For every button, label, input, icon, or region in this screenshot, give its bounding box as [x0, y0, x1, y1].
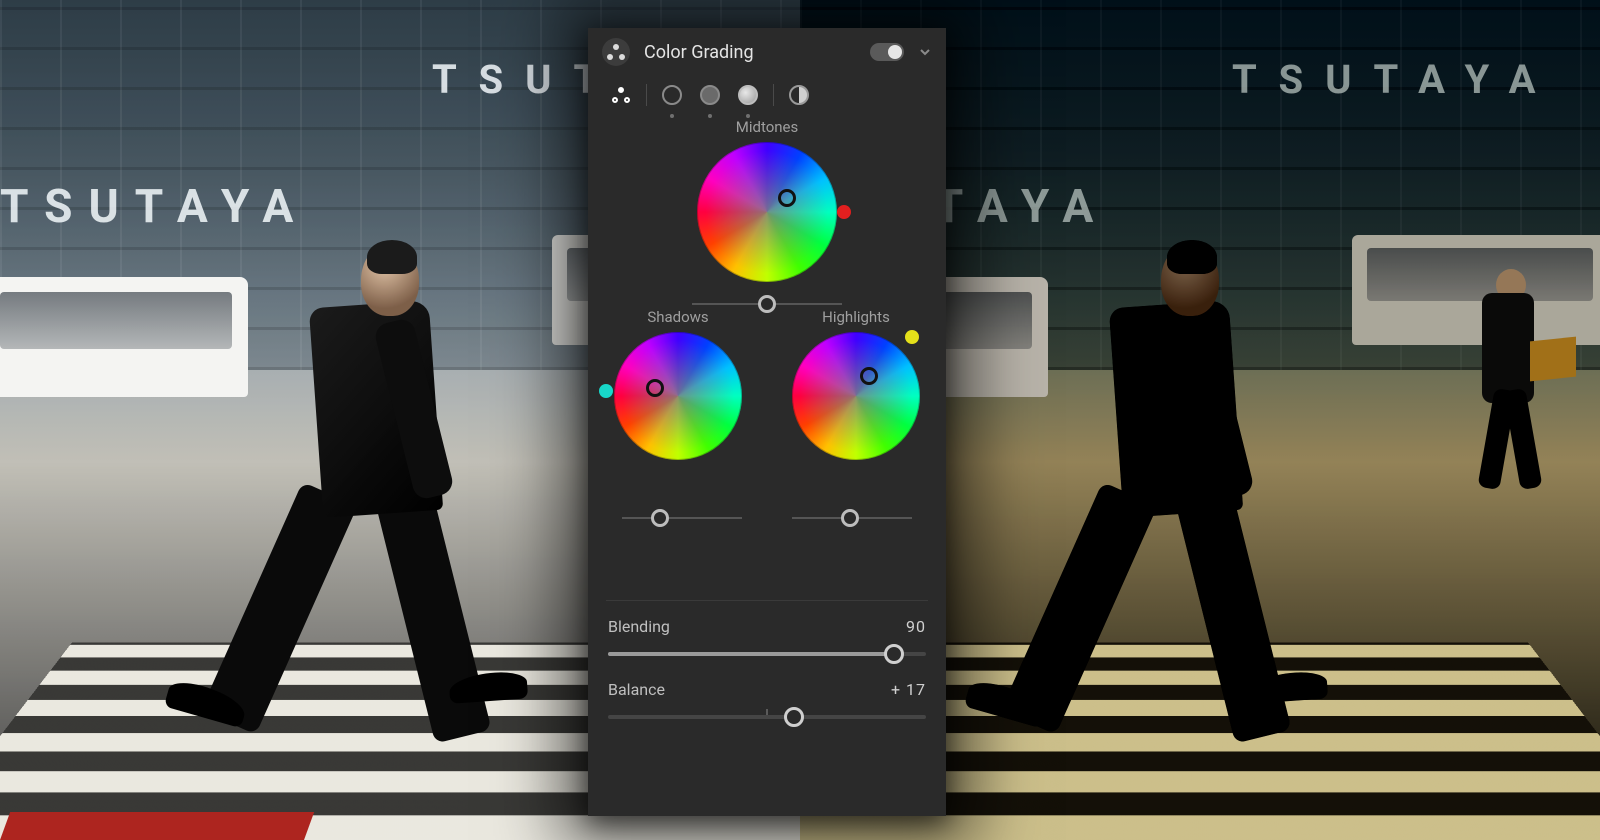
panel-collapse-button[interactable]	[918, 45, 932, 59]
shadows-luminance-slider[interactable]	[622, 508, 742, 528]
store-sign: TSUTAYA	[0, 180, 309, 234]
balance-label: Balance	[608, 680, 665, 699]
midtones-color-disc[interactable]	[697, 142, 837, 282]
tab-global[interactable]	[784, 80, 814, 110]
shadows-wheel[interactable]: Shadows	[614, 308, 742, 460]
color-grading-icon	[602, 38, 630, 66]
midtones-wheel[interactable]: Midtones	[692, 118, 842, 314]
tab-separator	[646, 84, 647, 106]
highlights-color-disc[interactable]	[792, 332, 920, 460]
balance-row: Balance + 17	[588, 664, 946, 699]
panel-enable-toggle[interactable]	[870, 43, 904, 61]
panel-title: Color Grading	[644, 42, 856, 63]
balance-value: + 17	[891, 680, 926, 699]
blending-slider[interactable]	[608, 644, 926, 664]
blending-value: 90	[906, 617, 926, 636]
tab-highlights[interactable]	[733, 80, 763, 110]
highlights-luminance-slider[interactable]	[792, 508, 912, 528]
tab-three-way[interactable]	[606, 80, 636, 110]
view-mode-tabs	[588, 74, 946, 112]
shadows-color-disc[interactable]	[614, 332, 742, 460]
highlights-label: Highlights	[822, 308, 890, 326]
highlights-wheel[interactable]: Highlights	[792, 308, 920, 460]
balance-slider[interactable]	[608, 707, 926, 727]
shadows-label: Shadows	[647, 308, 708, 326]
panel-header: Color Grading	[588, 28, 946, 74]
blending-label: Blending	[608, 617, 670, 636]
store-sign: TSUTAYA	[1232, 56, 1558, 103]
tab-shadows[interactable]	[657, 80, 687, 110]
color-grading-panel: Color Grading Midtones Shadows	[588, 28, 946, 816]
tab-midtones[interactable]	[695, 80, 725, 110]
midtones-label: Midtones	[736, 118, 799, 136]
tab-separator	[773, 84, 774, 106]
color-wheels-area: Midtones Shadows Highlights	[588, 112, 946, 502]
blending-row: Blending 90	[588, 601, 946, 636]
